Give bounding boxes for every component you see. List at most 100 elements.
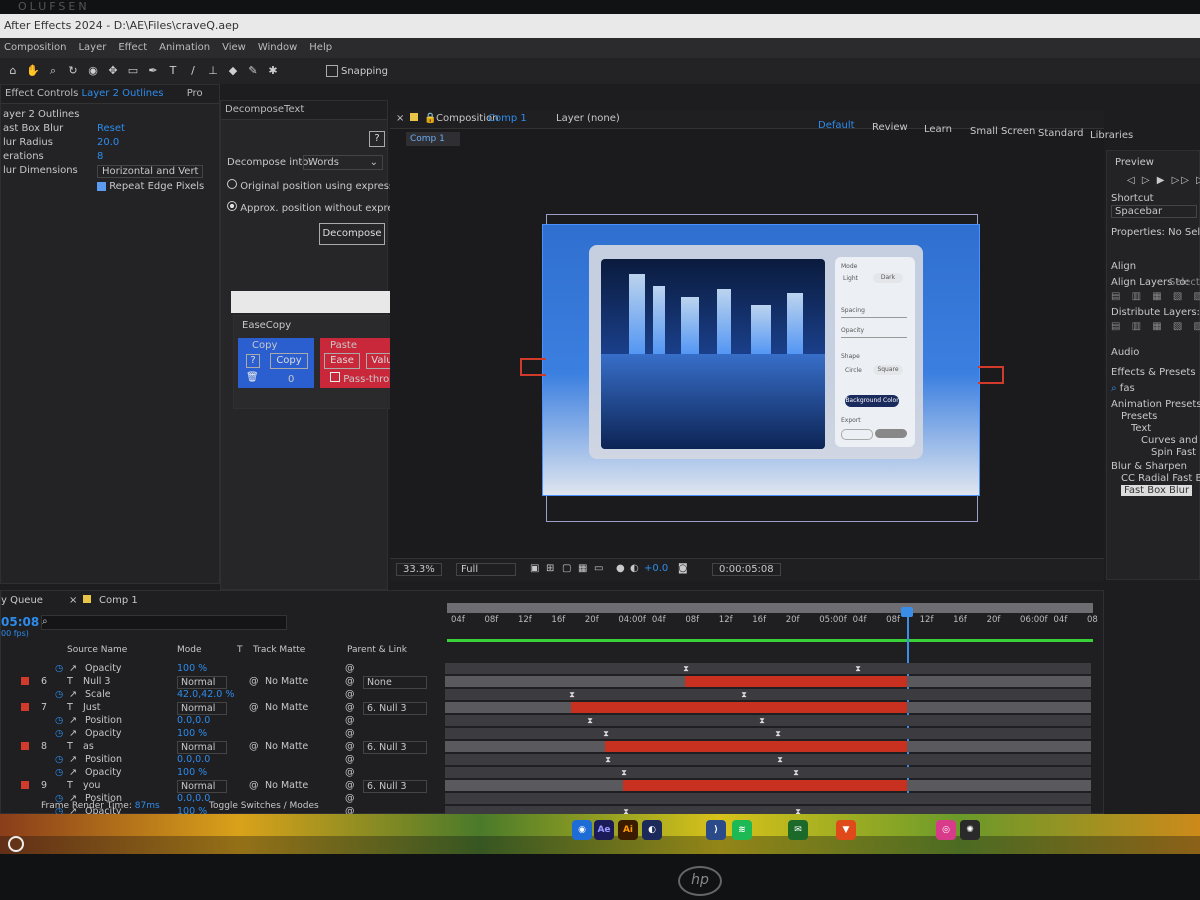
layer-name[interactable]: as (83, 741, 94, 752)
stopwatch-icon[interactable]: ◷ (55, 663, 63, 674)
property-value[interactable]: 100 % (177, 663, 207, 674)
shortcut-select[interactable]: Spacebar (1111, 205, 1197, 218)
track-matte-select[interactable]: No Matte (265, 702, 308, 713)
effects-search[interactable]: ⌕ fas (1111, 383, 1135, 394)
label-color-swatch[interactable] (21, 703, 29, 711)
graph-icon[interactable]: ↗ (69, 715, 77, 726)
copy-button[interactable]: Copy (270, 353, 308, 369)
brave-icon[interactable]: ▼ (836, 820, 856, 840)
close-icon[interactable]: × (396, 113, 404, 124)
property-value[interactable]: 42.0,42.0 % (177, 689, 234, 700)
menu-effect[interactable]: Effect (118, 38, 147, 58)
track-lane[interactable] (445, 689, 1091, 700)
instagram-icon[interactable]: ◎ (936, 820, 956, 840)
keyframe-icon[interactable]: ⧗ (621, 769, 627, 777)
tree-item[interactable]: CC Radial Fast Blur (1121, 473, 1200, 484)
decompose-button[interactable]: Decompose (319, 223, 385, 245)
exposure-value[interactable]: +0.0 (644, 563, 668, 574)
track-lane[interactable] (445, 728, 1091, 739)
workspace-libraries[interactable]: Libraries (1090, 130, 1133, 141)
stopwatch-icon[interactable]: ◷ (55, 715, 63, 726)
property-row[interactable]: ◷ ↗ Scale 42.0,42.0 % @ (1, 689, 441, 702)
label-color-swatch[interactable] (21, 677, 29, 685)
pickwhip-icon[interactable]: @ (345, 676, 355, 687)
layer-name[interactable]: Just (83, 702, 101, 713)
radio-selected-icon[interactable] (227, 201, 237, 211)
blur-radius-value[interactable]: 20.0 (97, 137, 119, 148)
tree-item-selected[interactable]: Fast Box Blur (1121, 485, 1193, 496)
resolution-select[interactable]: Full (456, 563, 516, 576)
tree-item[interactable]: Presets (1121, 411, 1157, 422)
pickwhip-icon[interactable]: @ (345, 689, 355, 700)
brush-icon[interactable]: / (186, 64, 200, 78)
pickwhip-icon[interactable]: @ (345, 780, 355, 791)
graph-icon[interactable]: ↗ (69, 663, 77, 674)
layer-row[interactable]: 7 T Just Normal @ No Matte @6. Null 3 (1, 702, 441, 715)
hand-icon[interactable]: ✋ (26, 64, 40, 78)
viewer-timecode[interactable]: 0:00:05:08 (712, 563, 781, 576)
playback-controls[interactable]: ◁ ▷ ▶ ▷▷ ▷| (1127, 175, 1200, 186)
stopwatch-icon[interactable]: ◷ (55, 728, 63, 739)
camera-icon[interactable]: ◉ (86, 64, 100, 78)
label-color-swatch[interactable] (21, 742, 29, 750)
color-icon[interactable]: ● (616, 563, 625, 574)
browser-icon[interactable]: ◐ (642, 820, 662, 840)
menu-composition[interactable]: Composition (4, 38, 66, 58)
property-value[interactable]: 100 % (177, 728, 207, 739)
matte-link-icon[interactable]: @ (249, 780, 259, 791)
parent-select[interactable]: 6. Null 3 (363, 702, 427, 715)
pickwhip-icon[interactable]: @ (345, 793, 355, 804)
blur-dimensions-select[interactable]: Horizontal and Vert (97, 165, 204, 178)
stopwatch-icon[interactable]: ◷ (55, 689, 63, 700)
property-value[interactable]: 0.0,0.0 (177, 793, 210, 804)
keyframe-icon[interactable]: ⧗ (741, 691, 747, 699)
keyframe-icon[interactable]: ⧗ (605, 756, 611, 764)
illustrator-icon[interactable]: Ai (618, 820, 638, 840)
ease-button[interactable]: Ease (324, 353, 360, 369)
home-icon[interactable]: ⌂ (6, 64, 20, 78)
stamp-icon[interactable]: ⊥ (206, 64, 220, 78)
decompose-help-button[interactable]: ? (369, 131, 385, 147)
blend-mode-select[interactable]: Normal (177, 676, 227, 689)
mask-icon[interactable]: ▢ (562, 563, 571, 574)
puppet-icon[interactable]: ✱ (266, 64, 280, 78)
snapping-checkbox[interactable] (326, 65, 338, 77)
composition-tab-name[interactable]: Comp 1 (488, 113, 527, 124)
matte-link-icon[interactable]: @ (249, 676, 259, 687)
lock-icon[interactable]: 🔒 (424, 113, 436, 124)
rectangle-icon[interactable]: ▭ (126, 64, 140, 78)
taskbar-app-icon[interactable]: ◉ (572, 820, 592, 840)
property-row[interactable]: ◷ ↗ Position 0.0,0.0 @ (1, 754, 441, 767)
keyframe-icon[interactable]: ⧗ (777, 756, 783, 764)
grid-icon[interactable]: ⊞ (546, 563, 554, 574)
iterations-value[interactable]: 8 (97, 151, 103, 162)
pickwhip-icon[interactable]: @ (345, 767, 355, 778)
graph-icon[interactable]: ↗ (69, 728, 77, 739)
breadcrumb[interactable]: Comp 1 (406, 132, 460, 146)
menu-view[interactable]: View (222, 38, 246, 58)
stopwatch-icon[interactable]: ◷ (55, 754, 63, 765)
stopwatch-icon[interactable]: ◷ (55, 767, 63, 778)
tree-item[interactable]: Blur & Sharpen (1111, 461, 1187, 472)
playhead-handle[interactable] (901, 607, 913, 617)
layer-name[interactable]: you (83, 780, 100, 791)
blend-mode-select[interactable]: Normal (177, 741, 227, 754)
snapping-toggle[interactable]: Snapping (326, 65, 388, 77)
track-matte-select[interactable]: No Matte (265, 741, 308, 752)
track-lane[interactable] (445, 793, 1091, 804)
pickwhip-icon[interactable]: @ (345, 663, 355, 674)
rotate-icon[interactable]: ↻ (66, 64, 80, 78)
region-icon[interactable]: ▭ (594, 563, 603, 574)
render-queue-tab[interactable]: y Queue (1, 595, 43, 606)
property-value[interactable]: 0.0,0.0 (177, 715, 210, 726)
keyframe-icon[interactable]: ⧗ (775, 730, 781, 738)
exposure-icon[interactable]: ◐ (630, 563, 639, 574)
property-row[interactable]: ◷ ↗ Position 0.0,0.0 @ (1, 715, 441, 728)
pass-through-checkbox[interactable] (330, 372, 340, 382)
roto-icon[interactable]: ✎ (246, 64, 260, 78)
layer-row[interactable]: 6 T Null 3 Normal @ No Matte @ None (1, 676, 441, 689)
workspace-small-screen[interactable]: Small Screen (970, 126, 1035, 137)
property-value[interactable]: 0.0,0.0 (177, 754, 210, 765)
timeline-close-icon[interactable]: × (69, 595, 77, 606)
layer-duration-bar[interactable] (685, 676, 907, 687)
